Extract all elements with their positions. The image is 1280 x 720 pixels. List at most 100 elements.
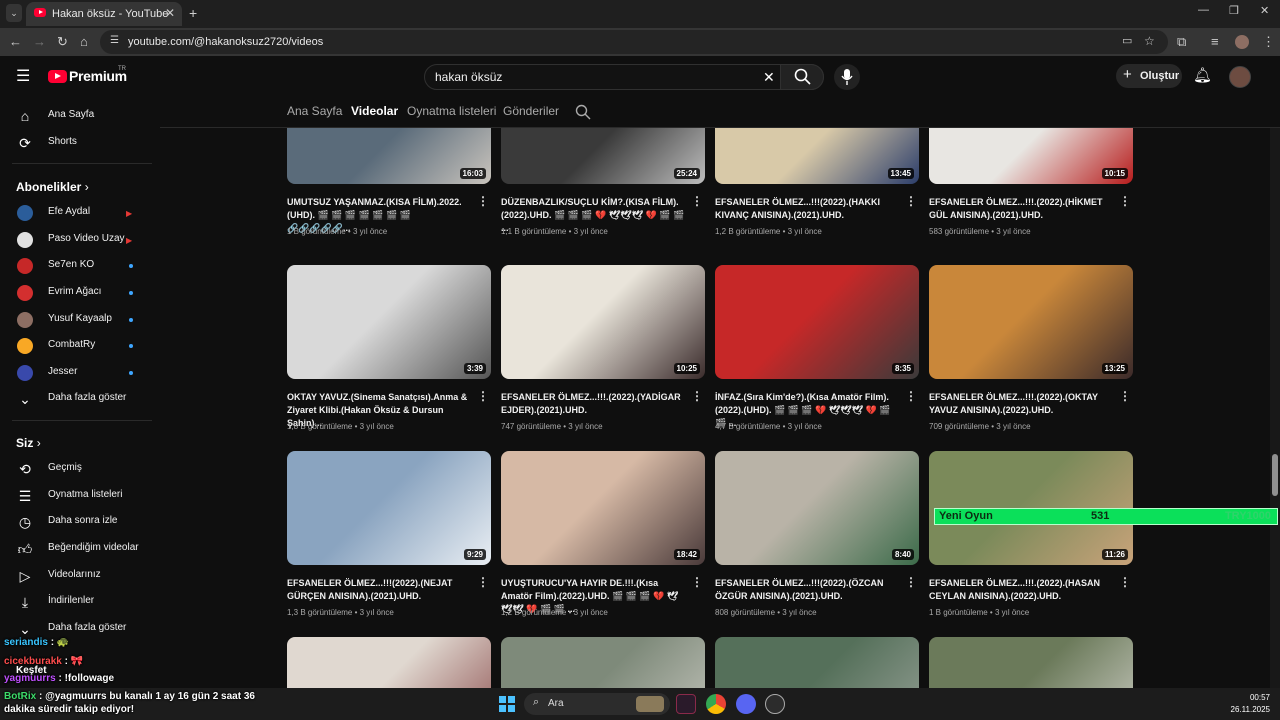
app-icon-media[interactable] <box>676 694 696 714</box>
sidebar-item-downloads[interactable]: ⤓ İndirilenler <box>0 589 155 615</box>
video-thumbnail[interactable]: 18:42 <box>501 451 705 565</box>
steam-icon[interactable] <box>765 694 785 714</box>
sidebar-item-liked[interactable]: 👍︎ Beğendiğim videolar <box>0 536 155 562</box>
windows-start-icon[interactable] <box>499 696 515 712</box>
sidebar-item-watch-later[interactable]: ◷ Daha sonra izle <box>0 509 155 535</box>
browser-tab[interactable]: Hakan öksüz - YouTube ✕ <box>26 2 182 26</box>
sidebar-show-more-subscriptions[interactable]: ⌄ Daha fazla göster <box>0 386 155 412</box>
video-menu-icon[interactable]: ⋮ <box>905 575 917 589</box>
sidebar-item-your-videos[interactable]: ▷ Videolarınız <box>0 563 155 589</box>
bookmark-star-icon[interactable]: ☆ <box>1144 34 1155 48</box>
video-menu-icon[interactable]: ⋮ <box>905 194 917 208</box>
video-thumbnail[interactable] <box>715 637 919 688</box>
reading-list-icon[interactable]: ≡ <box>1211 34 1219 49</box>
scrollbar-thumb[interactable] <box>1272 454 1278 496</box>
browser-menu-icon[interactable]: ⋮ <box>1262 34 1275 50</box>
forward-icon[interactable]: → <box>33 34 46 49</box>
profile-avatar[interactable] <box>1235 35 1249 49</box>
video-menu-icon[interactable]: ⋮ <box>477 194 489 208</box>
stream-overlay-banner: Yeni Oyun 531 TRY1000 <box>934 508 1278 525</box>
video-menu-icon[interactable]: ⋮ <box>905 389 917 403</box>
video-menu-icon[interactable]: ⋮ <box>1119 575 1131 589</box>
video-meta: 1,1 B görüntüleme • 3 yıl önce <box>501 227 608 236</box>
playlists-icon: ☰ <box>18 488 32 504</box>
notifications-bell-icon[interactable]: 🔔︎ <box>1193 66 1212 84</box>
video-menu-icon[interactable]: ⋮ <box>1119 389 1131 403</box>
clear-search-icon[interactable]: ✕ <box>763 69 775 86</box>
video-thumbnail[interactable]: 10:15 <box>929 128 1133 184</box>
video-menu-icon[interactable]: ⋮ <box>477 389 489 403</box>
sidebar-item-history[interactable]: ⟲ Geçmiş <box>0 456 155 482</box>
sidebar-item-subscription[interactable]: Efe Aydal ▶︎ <box>0 200 155 226</box>
channel-avatar <box>17 285 33 301</box>
sidebar-item-subscription[interactable]: CombatRy <box>0 333 155 359</box>
video-menu-icon[interactable]: ⋮ <box>477 575 489 589</box>
system-clock[interactable]: 00:57 26.11.2025 <box>1231 692 1270 716</box>
video-thumbnail[interactable] <box>501 637 705 688</box>
video-title[interactable]: EFSANELER ÖLMEZ...!!!(2022).(ÖZCAN ÖZGÜR… <box>715 577 901 603</box>
video-menu-icon[interactable]: ⋮ <box>691 194 703 208</box>
video-thumbnail[interactable]: 13:25 <box>929 265 1133 379</box>
account-avatar[interactable] <box>1229 66 1251 88</box>
back-icon[interactable]: ← <box>9 34 22 49</box>
sidebar-item-home[interactable]: ⌂ Ana Sayfa <box>0 103 155 129</box>
sidebar-item-subscription[interactable]: Yusuf Kayaalp <box>0 307 155 333</box>
video-thumbnail[interactable]: 8:35 <box>715 265 919 379</box>
sidebar-item-subscription[interactable]: Jesser <box>0 360 155 386</box>
tab-posts[interactable]: Gönderiler <box>503 104 559 118</box>
url-bar[interactable]: ☰ youtube.com/@hakanoksuz2720/videos ▭ ☆ <box>100 30 1168 54</box>
video-title[interactable]: EFSANELER ÖLMEZ...!!!.(2022).(HİKMET GÜL… <box>929 196 1115 222</box>
discord-icon[interactable] <box>736 694 756 714</box>
tab-search-icon[interactable]: ⌄ <box>6 4 22 22</box>
channel-search-icon[interactable] <box>575 104 591 120</box>
restore-window-icon[interactable]: ❐ <box>1229 4 1239 17</box>
video-thumbnail[interactable]: 25:24 <box>501 128 705 184</box>
video-thumbnail[interactable]: 10:25 <box>501 265 705 379</box>
tab-playlists[interactable]: Oynatma listeleri <box>407 104 496 118</box>
voice-search-button[interactable] <box>834 64 860 90</box>
video-title[interactable]: EFSANELER ÖLMEZ...!!!.(2022).(OKTAY YAVU… <box>929 391 1115 417</box>
video-thumbnail[interactable] <box>929 637 1133 688</box>
search-input[interactable]: hakan öksüz ✕ <box>424 64 824 90</box>
video-menu-icon[interactable]: ⋮ <box>691 389 703 403</box>
minimize-window-icon[interactable]: — <box>1198 4 1209 16</box>
new-tab-icon[interactable]: + <box>189 5 197 21</box>
sidebar-item-subscription[interactable]: Se7en KO <box>0 253 155 279</box>
chrome-icon[interactable] <box>706 694 726 714</box>
page-scrollbar[interactable] <box>1270 98 1280 688</box>
video-thumbnail[interactable] <box>287 637 491 688</box>
video-title[interactable]: EFSANELER ÖLMEZ...!!!.(2022).(HASAN CEYL… <box>929 577 1115 603</box>
taskbar-search[interactable]: ⌕ Ara <box>524 693 670 715</box>
video-title[interactable]: EFSANELER ÖLMEZ...!!!(2022).(HAKKI KIVAN… <box>715 196 901 222</box>
site-info-icon[interactable]: ☰ <box>110 35 119 46</box>
subscriptions-header[interactable]: Abonelikler › <box>16 180 89 194</box>
search-button[interactable] <box>780 64 824 90</box>
extensions-icon[interactable]: ⧉ <box>1177 34 1186 50</box>
you-header[interactable]: Siz › <box>16 436 41 450</box>
create-button[interactable]: + Oluştur <box>1116 64 1182 88</box>
reload-icon[interactable]: ↻ <box>57 34 68 50</box>
sidebar-item-playlists[interactable]: ☰ Oynatma listeleri <box>0 483 155 509</box>
close-tab-icon[interactable]: ✕ <box>165 6 175 20</box>
hamburger-menu-icon[interactable]: ☰ <box>16 66 30 86</box>
chat-message: seriandis : 🐢 <box>4 637 69 648</box>
tab-home[interactable]: Ana Sayfa <box>287 104 342 118</box>
video-thumbnail[interactable]: 9:29 <box>287 451 491 565</box>
video-menu-icon[interactable]: ⋮ <box>691 575 703 589</box>
tab-videos[interactable]: Videolar <box>351 104 398 118</box>
sidebar-item-shorts[interactable]: ⟳ Shorts <box>0 130 155 156</box>
video-thumbnail[interactable]: 16:03 <box>287 128 491 184</box>
sidebar-item-subscription[interactable]: Evrim Ağacı <box>0 280 155 306</box>
video-duration: 8:35 <box>891 363 914 374</box>
video-title[interactable]: EFSANELER ÖLMEZ...!!!.(2022).(YADİGAR EJ… <box>501 391 687 417</box>
home-browser-icon[interactable]: ⌂ <box>80 34 88 49</box>
cast-icon[interactable]: ▭ <box>1122 34 1132 47</box>
video-title[interactable]: EFSANELER ÖLMEZ...!!!(2022).(NEJAT GÜRÇE… <box>287 577 473 603</box>
sidebar-item-subscription[interactable]: Paso Video Uzay ▶︎ <box>0 227 155 253</box>
video-menu-icon[interactable]: ⋮ <box>1119 194 1131 208</box>
video-thumbnail[interactable]: 3:39 <box>287 265 491 379</box>
channel-avatar <box>17 365 33 381</box>
video-thumbnail[interactable]: 8:40 <box>715 451 919 565</box>
video-thumbnail[interactable]: 13:45 <box>715 128 919 184</box>
close-window-icon[interactable]: ✕ <box>1260 4 1269 17</box>
